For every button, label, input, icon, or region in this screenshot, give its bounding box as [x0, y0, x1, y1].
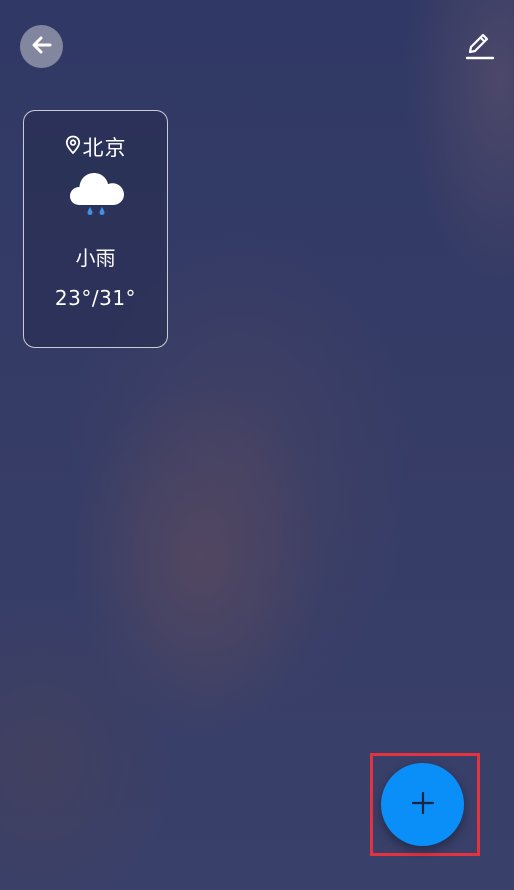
city-name: 北京 — [82, 136, 127, 160]
cloud-rain-icon — [68, 167, 126, 219]
add-city-button[interactable] — [381, 763, 464, 846]
city-row: 北京 — [24, 133, 167, 161]
temperature-range: 23°/31° — [54, 286, 137, 310]
map-pin-icon — [65, 135, 81, 159]
weather-condition: 小雨 — [75, 246, 116, 270]
plus-icon — [410, 790, 436, 820]
city-card-beijing[interactable]: 北京 小雨 23°/31° — [23, 110, 168, 348]
back-button[interactable] — [20, 25, 63, 68]
pencil-edit-icon — [463, 29, 495, 65]
arrow-left-icon — [29, 32, 55, 62]
edit-button[interactable] — [462, 30, 496, 64]
